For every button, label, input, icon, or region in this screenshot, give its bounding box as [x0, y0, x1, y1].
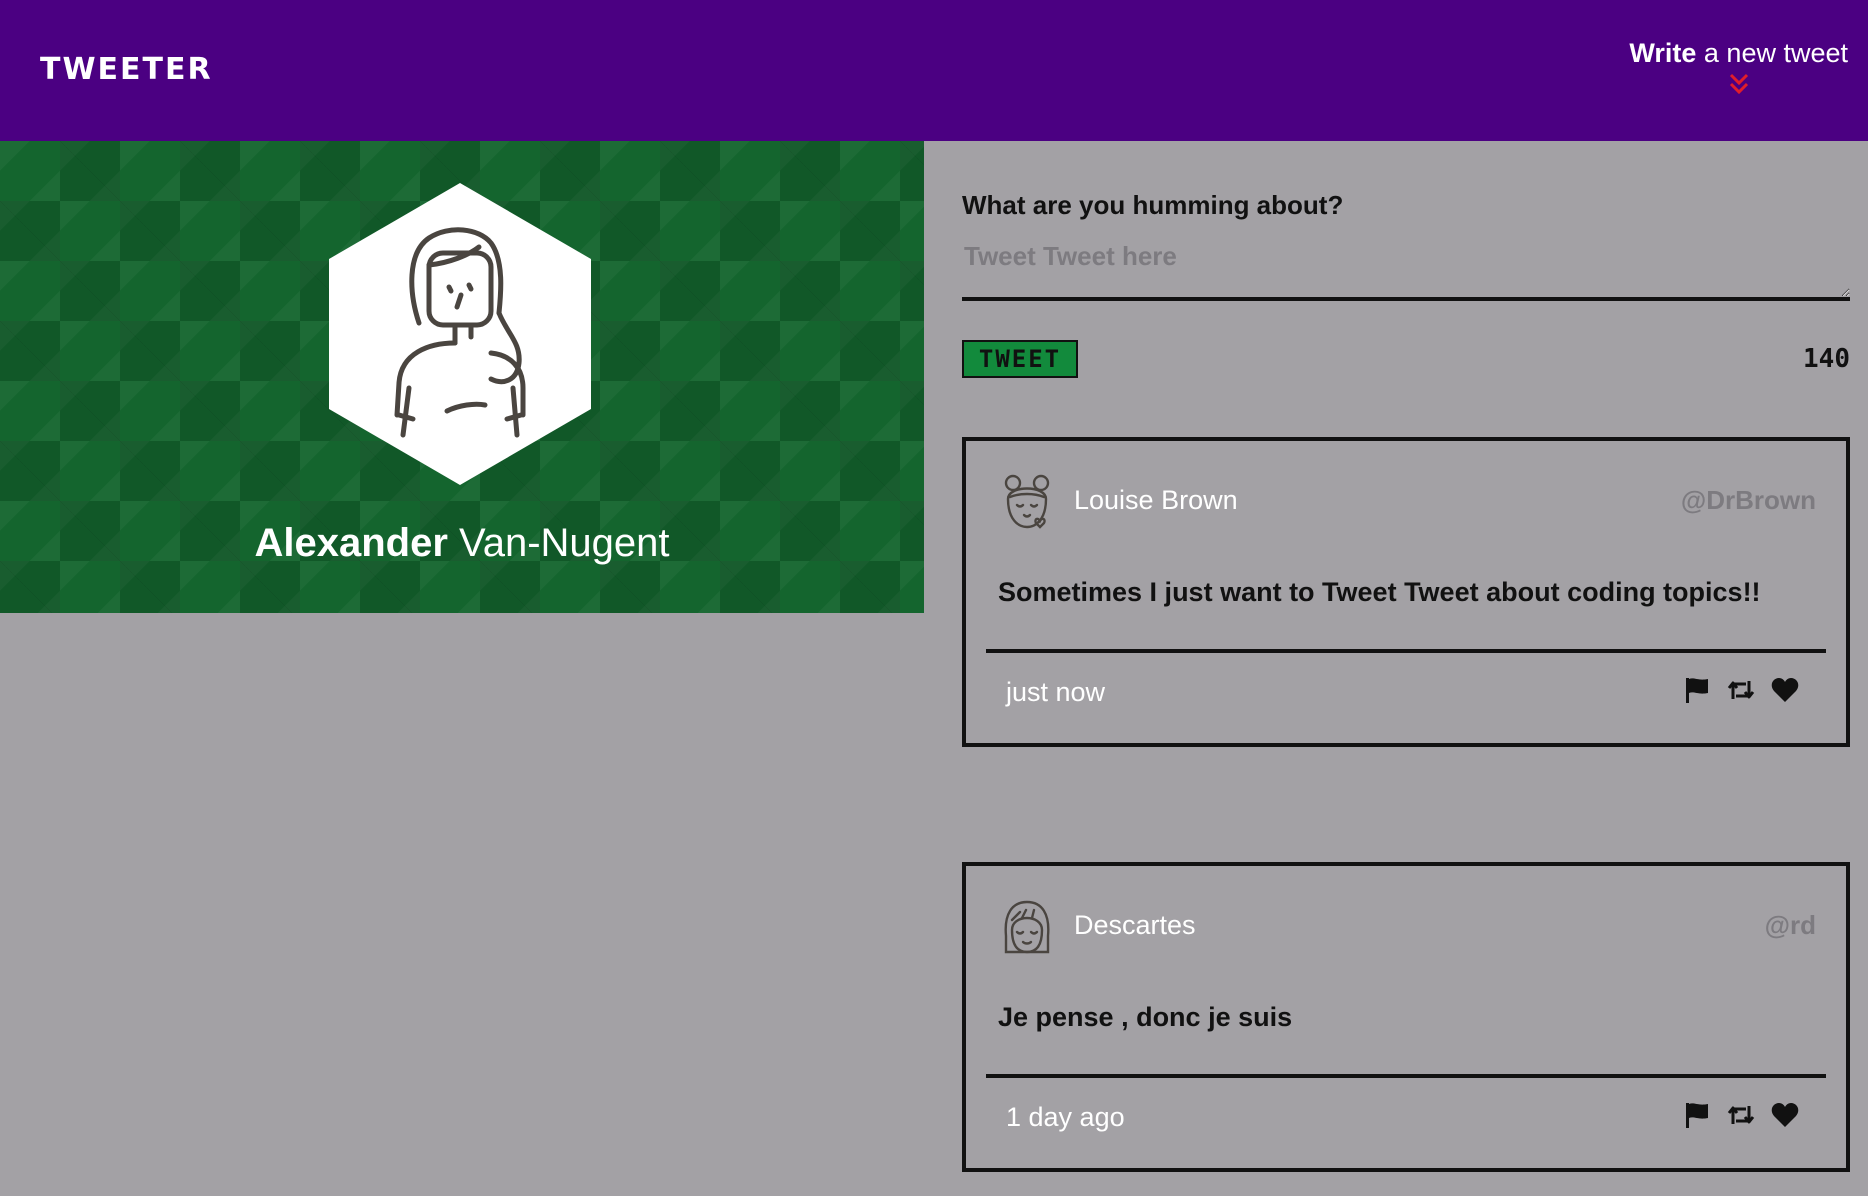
tweet-timestamp: 1 day ago — [1006, 1102, 1125, 1132]
user-avatar-icon — [1004, 900, 1050, 954]
char-counter: 140 — [1803, 344, 1850, 374]
write-label-rest: a new tweet — [1696, 38, 1848, 68]
tweet-card: Louise Brown @DrBrown Sometimes I just w… — [962, 437, 1850, 747]
tweet-author-name[interactable]: Louise Brown — [1074, 485, 1238, 516]
tweet-divider — [986, 1074, 1826, 1078]
profile-name: Alexander Van-Nugent — [0, 521, 924, 566]
tweet-content: Je pense , donc je suis — [998, 1002, 1293, 1032]
compose-tweet-form: What are you humming about? TWEET 140 — [962, 190, 1850, 378]
compose-label: What are you humming about? — [962, 190, 1344, 220]
flag-icon[interactable] — [1682, 675, 1712, 705]
brand-logo[interactable]: TWEETER — [40, 52, 213, 87]
tweet-content: Sometimes I just want to Tweet Tweet abo… — [998, 577, 1761, 607]
top-nav: TWEETER Write a new tweet — [0, 0, 1868, 141]
tweet-button[interactable]: TWEET — [962, 340, 1078, 378]
tweet-card: Descartes @rd Je pense , donc je suis 1 … — [962, 862, 1850, 1172]
retweet-icon[interactable] — [1726, 1100, 1756, 1130]
chevron-down-icon[interactable] — [1728, 73, 1750, 95]
user-avatar-icon — [1004, 474, 1050, 529]
tweet-author-handle[interactable]: @DrBrown — [1681, 485, 1816, 516]
tweet-divider — [986, 649, 1826, 653]
tweet-input[interactable] — [962, 237, 1850, 301]
tweet-author-handle[interactable]: @rd — [1765, 910, 1816, 941]
write-label-bold: Write — [1629, 38, 1697, 68]
tweet-actions — [1682, 1100, 1800, 1130]
tweet-author-name[interactable]: Descartes — [1074, 910, 1196, 941]
write-tweet-toggle[interactable]: Write a new tweet — [1629, 38, 1848, 95]
heart-icon[interactable] — [1770, 675, 1800, 705]
avatar — [329, 183, 591, 485]
tweet-actions — [1682, 675, 1800, 705]
profile-banner: Alexander Van-Nugent — [0, 141, 924, 613]
heart-icon[interactable] — [1770, 1100, 1800, 1130]
tweet-timestamp: just now — [1006, 677, 1106, 707]
profile-first-name: Alexander — [254, 521, 448, 565]
flag-icon[interactable] — [1682, 1100, 1712, 1130]
profile-last-name: Van-Nugent — [447, 521, 670, 565]
retweet-icon[interactable] — [1726, 675, 1756, 705]
